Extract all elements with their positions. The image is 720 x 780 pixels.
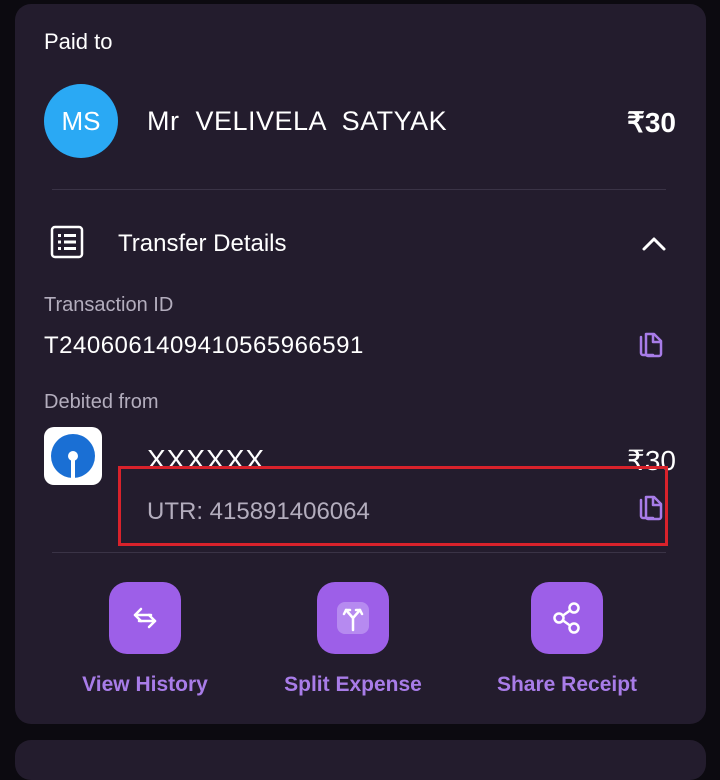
share-receipt-label: Share Receipt xyxy=(496,673,638,696)
split-icon[interactable] xyxy=(317,582,389,654)
chevron-up-icon[interactable] xyxy=(641,231,667,257)
transaction-id-label: Transaction ID xyxy=(44,294,174,316)
bank-logo-icon xyxy=(51,434,95,478)
split-expense-button[interactable]: Split Expense xyxy=(268,582,438,697)
next-card-partial xyxy=(15,740,706,780)
copy-icon[interactable] xyxy=(638,331,664,359)
view-history-button[interactable]: View History xyxy=(60,582,230,697)
debited-from-label: Debited from xyxy=(44,391,159,413)
paid-to-label: Paid to xyxy=(44,29,113,54)
transaction-id-value: T2406061409410565966591 xyxy=(44,332,364,359)
history-icon[interactable] xyxy=(109,582,181,654)
transaction-card: Paid to MS Mr VELIVELA SATYAK ₹30 Transf… xyxy=(15,4,706,724)
split-expense-label: Split Expense xyxy=(284,673,422,696)
document-list-icon xyxy=(50,225,84,259)
avatar: MS xyxy=(44,84,118,158)
payee-amount: ₹30 xyxy=(627,107,676,138)
divider xyxy=(52,189,666,190)
payee-name: Mr VELIVELA SATYAK xyxy=(147,106,448,136)
transfer-details-title: Transfer Details xyxy=(118,230,287,257)
share-icon[interactable] xyxy=(531,582,603,654)
share-receipt-button[interactable]: Share Receipt xyxy=(482,582,652,697)
utr-highlight-box xyxy=(118,466,668,546)
divider xyxy=(52,552,666,553)
view-history-label: View History xyxy=(82,673,208,696)
bank-logo xyxy=(44,427,102,485)
